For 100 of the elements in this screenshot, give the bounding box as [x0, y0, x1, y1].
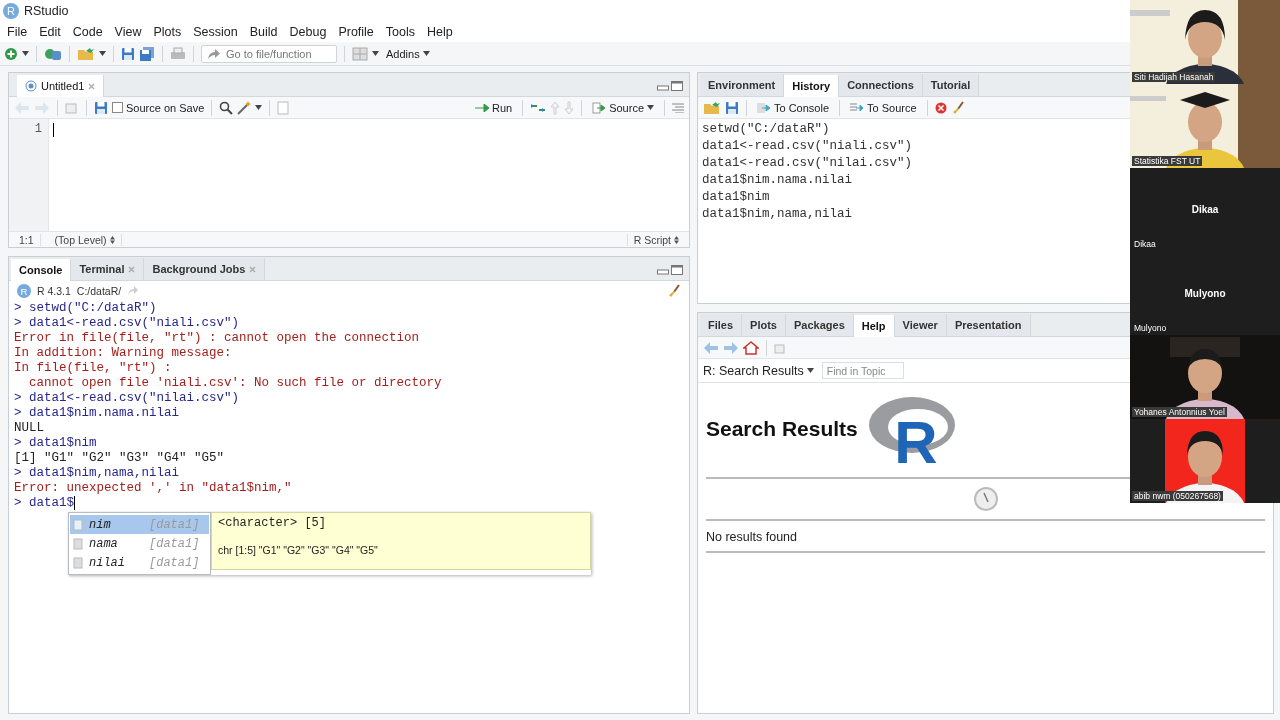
history-entry[interactable]: data1$nim.nama.nilai: [702, 172, 853, 189]
to-source-button[interactable]: To Source: [847, 100, 920, 115]
wand-icon[interactable]: [237, 100, 252, 115]
console-line: > setwd("C:/dataR"): [14, 301, 158, 316]
caret-icon[interactable]: [99, 51, 106, 56]
console-line: Error in file(file, "rt") : cannot open the connection: [14, 331, 421, 346]
pane-tab[interactable]: Plots: [742, 314, 786, 336]
new-file-icon[interactable]: [4, 46, 18, 61]
menu-item[interactable]: Session: [188, 22, 243, 41]
home-icon[interactable]: [743, 340, 759, 355]
caret-icon[interactable]: [255, 105, 263, 110]
delete-icon[interactable]: [934, 101, 947, 114]
participant-name: abib nwm (050267568): [1132, 490, 1223, 501]
history-entry[interactable]: data1<-read.csv("nilai.csv"): [702, 155, 913, 172]
save-all-icon[interactable]: [139, 46, 155, 61]
caret-icon[interactable]: [22, 51, 29, 56]
updown-icon: [109, 235, 115, 244]
menu-item[interactable]: Debug: [284, 22, 332, 41]
line-number: 1: [33, 122, 42, 136]
arrow-icon: [127, 286, 140, 296]
history-entry[interactable]: data1$nim,nama,nilai: [702, 206, 853, 223]
menu-item[interactable]: Build: [244, 22, 283, 41]
goto-field[interactable]: Go to file/function: [201, 44, 337, 63]
scope-selector[interactable]: (Top Level): [48, 233, 122, 246]
history-entry[interactable]: data1<-read.csv("niali.csv"): [702, 138, 913, 155]
pane-tab[interactable]: History: [784, 75, 840, 97]
pane-tab[interactable]: Background Jobs: [144, 258, 266, 280]
pane-tab[interactable]: Help: [853, 315, 895, 337]
to-console-icon: [757, 102, 771, 113]
participant-title: Dikaa: [1191, 204, 1219, 216]
completion-item[interactable]: nilai [data1]: [70, 553, 209, 572]
console-line: [1] "G1" "G2" "G3" "G4" "G5": [14, 451, 226, 466]
project-icon[interactable]: [44, 46, 62, 61]
topic-selector[interactable]: R: Search Results: [703, 363, 814, 378]
cursor-position: 1:1: [13, 233, 41, 246]
console-line: > data1$nim: [14, 436, 98, 451]
folder-icon[interactable]: [703, 100, 721, 115]
caret-icon[interactable]: [806, 368, 814, 373]
pane-tab[interactable]: Presentation: [946, 314, 1031, 336]
search-icon[interactable]: [219, 100, 234, 115]
file-type-selector[interactable]: R Script: [626, 233, 685, 246]
save-icon[interactable]: [121, 46, 135, 61]
participant-name: Statistika FST UT: [1132, 155, 1203, 166]
completion-item[interactable]: nim [data1]: [70, 515, 209, 534]
console-line: > data1$: [14, 496, 77, 512]
caret-icon[interactable]: [422, 51, 430, 56]
participant-name: Mulyono: [1133, 323, 1168, 334]
pane-tab[interactable]: Environment: [700, 74, 785, 96]
console-line: > data1$nim.nama.nilai: [14, 406, 181, 421]
pane-tab[interactable]: Packages: [786, 314, 854, 336]
console-line: Error: unexpected ',' in "data1$nim,": [14, 481, 293, 496]
source-button[interactable]: Source: [589, 100, 657, 115]
editor-tab[interactable]: Untitled1: [17, 75, 105, 97]
to-source-icon: [850, 102, 865, 113]
find-field[interactable]: Find in Topic: [821, 362, 904, 379]
pane-tab[interactable]: Connections: [839, 74, 923, 96]
broom-icon[interactable]: [667, 284, 681, 298]
menu-item[interactable]: Tools: [380, 22, 420, 41]
menu-item[interactable]: View: [109, 22, 147, 41]
source-arrow-icon: [592, 101, 607, 114]
console-line: In file(file, "rt") :: [14, 361, 173, 376]
source-on-save-checkbox[interactable]: Source on Save: [112, 101, 205, 114]
to-console-button[interactable]: To Console: [754, 100, 833, 115]
history-entry[interactable]: data1$nim: [702, 189, 770, 206]
pane-tab[interactable]: Tutorial: [922, 74, 980, 96]
save-icon[interactable]: [94, 100, 108, 115]
addins-button[interactable]: Addins: [383, 46, 433, 61]
menu-item[interactable]: Code: [67, 22, 108, 41]
console-line: cannot open file 'niali.csv': No such file or directory: [28, 376, 443, 391]
run-button[interactable]: Run: [471, 100, 516, 115]
menu-item[interactable]: Plots: [148, 22, 187, 41]
result-message: No results found: [706, 521, 1265, 553]
pane-tab[interactable]: Files: [700, 314, 743, 336]
history-entry[interactable]: setwd("C:/dataR"): [702, 121, 830, 138]
caret-icon[interactable]: [372, 51, 379, 56]
menu-item[interactable]: Edit: [34, 22, 66, 41]
preview-text: chr [1:5] "G1" "G2" "G3" "G4" "G5": [218, 544, 379, 558]
menu-item[interactable]: File: [2, 22, 33, 41]
pane-tab[interactable]: Terminal: [71, 258, 145, 280]
spinner-icon: [973, 487, 998, 511]
text-cursor: [53, 122, 54, 137]
maximize-icon[interactable]: [671, 81, 683, 91]
rerun-icon[interactable]: [530, 102, 547, 113]
participant-title: Mulyono: [1184, 287, 1226, 299]
console-line: In addition: Warning message:: [14, 346, 233, 361]
console-line: NULL: [14, 421, 45, 436]
page-heading: Search Results: [706, 417, 858, 441]
completion-item[interactable]: nama [data1]: [70, 534, 209, 553]
close-icon[interactable]: [88, 82, 96, 90]
window-title: RStudio: [24, 3, 69, 18]
menu-item[interactable]: Help: [422, 22, 458, 41]
menu-item[interactable]: Profile: [333, 22, 379, 41]
participant-name: Dikaa: [1133, 239, 1157, 250]
save-icon[interactable]: [725, 100, 739, 115]
pane-tab[interactable]: Viewer: [894, 314, 947, 336]
pane-tab[interactable]: Console: [11, 259, 72, 281]
caret-icon[interactable]: [647, 105, 654, 110]
working-directory: C:/dataR/: [76, 285, 122, 297]
maximize-icon[interactable]: [671, 265, 683, 275]
r-logo: R: [17, 284, 31, 298]
